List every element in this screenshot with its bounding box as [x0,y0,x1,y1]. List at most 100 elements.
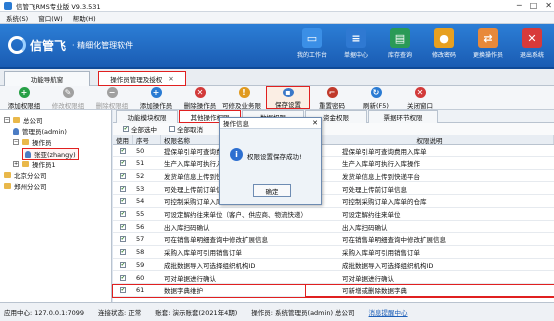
row-desc: 可处理上传前订单信息 [342,185,407,194]
tab-function-nav[interactable]: 功能导航窗 [4,71,90,86]
tree-label: 操作员 [32,139,52,147]
tree-toggle-icon[interactable]: + [13,161,19,167]
table-row[interactable]: ✔ 57 可在销售单明细查询中修改扩展信息 可在销售单明细查询中修改扩展信息 [113,234,554,246]
toolbar-remove-user-button[interactable]: ✕ 删除操作员 [178,86,222,110]
row-checkbox[interactable]: ✔ [120,249,126,256]
toolbar-edit-button[interactable]: ✎ 修改权限组 [46,86,90,110]
key-icon: ⌐ [326,87,338,98]
row-checkbox[interactable]: ✔ [120,185,126,192]
tree-node[interactable]: 北京分公司 [4,170,47,180]
close-tab-icon[interactable]: ✕ [168,75,173,83]
save-icon: ▪ [282,88,294,97]
minimize-button[interactable]: ─ [517,1,522,10]
topnav-desk[interactable]: ▭ 我的工作台 [290,28,334,59]
table-row[interactable]: ✔ 55 可设定解约往来单位（客户、供应商、物流快递） 可设定解约往来单位 [113,209,554,221]
table-row[interactable]: ✔ 53 可处理上传前订单信息 可处理上传前订单信息 [113,183,554,196]
dialog-close-icon[interactable]: ✕ [312,119,318,127]
check-all-icon: ✔ [123,126,129,132]
col-no[interactable]: 序号 [133,135,161,145]
toolbar-refresh-button[interactable]: ↻ 刷新(F5) [354,86,398,110]
toolbar-add-user-button[interactable]: + 添加操作员 [134,86,178,110]
tree-node[interactable]: 郑州分公司 [4,181,47,191]
row-use-cell: ✔ [113,221,133,232]
row-checkbox[interactable]: ✔ [120,287,126,294]
col-use[interactable]: 使用 [113,135,133,145]
close-window-icon: ✕ [414,87,426,98]
toolbar-key-button[interactable]: ⌐ 重置密码 [310,86,354,110]
topnav-lock[interactable]: ● 修改密码 [422,28,466,59]
row-checkbox[interactable]: ✔ [120,236,126,243]
row-no: 61 [136,286,145,295]
row-desc: 可在销售单明细查询中修改扩展信息 [342,236,446,245]
table-row[interactable]: ✔ 58 采购入库单可引用销售订单 采购入库单可引用销售订单 [113,247,554,259]
deselect-all-button[interactable]: 全部取消 [169,124,203,134]
toolbar-plus-button[interactable]: + 添加权限组 [2,86,46,110]
folder-icon [13,117,20,123]
row-checkbox[interactable]: ✔ [120,211,126,217]
exit-icon: ✕ [522,28,542,48]
row-name: 采购入库单可引用销售订单 [164,249,242,258]
table-row[interactable]: ✔ 61 数据字典维护 可新增或删除数据字典 [112,283,554,298]
tab-operator-management[interactable]: 操作员管理及授权 ✕ [98,71,186,86]
toolbar-label: 修改权限组 [51,102,85,110]
table-row[interactable]: ✔ 54 可控制采购订单入库单 可控制采购订单入库单的仓库 [113,196,554,208]
tab-bill-permissions[interactable]: 票据环节权限 [368,110,438,123]
dialog-title: 操作信息 [220,118,321,129]
tree-label: 操作员1 [32,161,56,169]
table-row[interactable]: ✔ 51 生产入库单可执行入库操作 生产入库单可执行入库操作 [113,158,554,170]
row-no: 56 [136,222,145,231]
table-row[interactable]: ✔ 50 提保单引单可查询费用入库单 提保单引单可查询费用入库单 [113,145,554,157]
toolbar-close-window-button[interactable]: ✕ 关闭窗口 [398,86,442,110]
tree-node[interactable]: + 操作员1 [13,159,56,169]
table-row[interactable]: ✔ 56 出入库扫码确认 出入库扫码确认 [113,221,554,234]
table-row[interactable]: ✔ 60 可对单据进行确认 可对单据进行确认 [113,272,554,284]
row-use-cell: ✔ [113,247,133,258]
topnav-user-swap[interactable]: ⇄ 更换操作员 [466,28,510,59]
row-checkbox[interactable]: ✔ [120,274,126,281]
row-use-cell: ✔ [113,285,133,296]
app-icon [4,1,12,10]
row-desc: 采购入库单可引用销售订单 [342,249,420,258]
row-use-cell: ✔ [113,209,133,220]
dialog-ok-button[interactable]: 确定 [253,184,291,197]
row-use-cell: ✔ [113,145,133,156]
menu-help[interactable]: 帮助(H) [73,13,96,23]
row-checkbox[interactable]: ✔ [120,160,126,167]
tree-label: 管理员(admin) [22,128,67,136]
topnav-label: 修改密码 [431,52,456,59]
tree-toggle-icon[interactable]: − [4,117,10,123]
tree-node[interactable]: − 总公司 [4,115,43,125]
close-button[interactable]: ✕ [545,1,552,10]
row-checkbox[interactable]: ✔ [120,147,126,154]
remove-user-icon: ✕ [194,87,206,98]
topnav-exit[interactable]: ✕ 退出系统 [510,28,554,59]
toolbar-save-button[interactable]: ▪ 保存设置 [266,86,310,109]
row-checkbox[interactable]: ✔ [120,172,126,179]
row-no: 55 [136,210,145,218]
top-nav: ▭ 我的工作台 ≡ 单据中心 ▤ 库存查询 ● 修改密码 ⇄ 更换操作员 ✕ 退出系统 [290,28,554,59]
delete-icon: − [106,87,118,98]
select-all-button[interactable]: ✔ 全部选中 [123,124,157,134]
row-checkbox[interactable]: ✔ [120,223,126,230]
maximize-button[interactable]: □ [530,1,538,10]
title-bar: 信管飞RMS专业版 V9.3.531 ─ □ ✕ [0,0,554,12]
row-desc: 提保单引单可查询费用入库单 [342,147,427,156]
col-desc[interactable]: 权限说明 [306,135,554,145]
operator-status: 操作员: 系统管理员(admin) 总公司 [251,309,355,317]
tree-node[interactable]: 管理员(admin) [13,126,67,136]
desk-icon: ▭ [302,28,322,48]
menu-window[interactable]: 窗口(W) [38,13,63,23]
tree-node[interactable]: − 操作员 [13,137,52,147]
tree-toggle-icon[interactable]: − [13,139,19,145]
topnav-doc[interactable]: ≡ 单据中心 [334,28,378,59]
row-checkbox[interactable]: ✔ [120,198,126,205]
row-desc: 可控制采购订单入库单的仓库 [342,198,427,207]
message-center-link[interactable]: 消息提醒中心 [369,307,408,317]
menu-system[interactable]: 系统(S) [6,13,28,23]
tab-module-permissions[interactable]: 功能模块权限 [116,110,178,123]
toolbar-delete-button[interactable]: − 删除权限组 [90,86,134,110]
table-row[interactable]: ✔ 52 发货单信息上传到快递平台 发货单信息上传到快递平台 [113,170,554,183]
table-row[interactable]: ✔ 59 成批数据导入可选择组织机构ID 成批数据导入可选择组织机构ID [113,259,554,272]
row-checkbox[interactable]: ✔ [120,261,126,268]
topnav-warehouse[interactable]: ▤ 库存查询 [378,28,422,59]
